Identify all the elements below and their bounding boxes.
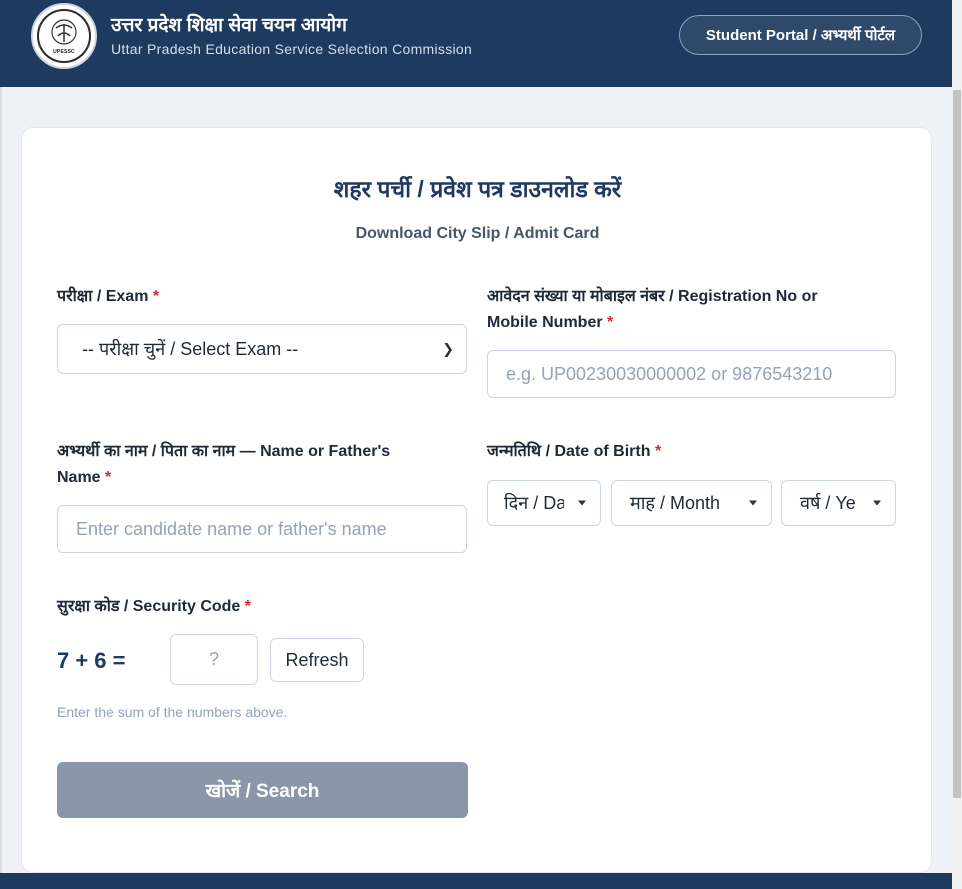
site-header: UPESSC उत्तर प्रदेश शिक्षा सेवा चयन आयोग…: [0, 0, 952, 87]
required-mark: *: [607, 314, 614, 331]
name-input[interactable]: Enter candidate name or father's name: [57, 505, 467, 553]
required-mark: *: [654, 443, 662, 460]
scrollbar-thumb[interactable]: [953, 90, 961, 798]
required-mark: *: [244, 598, 252, 615]
dob-label: जन्मतिथि / Date of Birth *: [487, 443, 662, 460]
site-footer: [0, 873, 952, 889]
required-mark: *: [105, 469, 112, 486]
dob-day-value: दिन / Da: [504, 493, 564, 513]
exam-label: परीक्षा / Exam *: [57, 288, 160, 305]
name-placeholder: Enter candidate name or father's name: [76, 518, 387, 539]
form-title: शहर पर्ची / प्रवेश पत्र डाउनलोड करें: [333, 176, 622, 202]
registration-label: आवेदन संख्या या मोबाइल नंबर / Registrati…: [487, 288, 818, 331]
logo-text: UPESSC: [53, 48, 75, 55]
page-left-edge: [0, 87, 2, 873]
chevron-down-icon: [749, 500, 757, 506]
dob-day-select[interactable]: दिन / Da: [487, 480, 601, 526]
exam-select[interactable]: -- परीक्षा चुनें / Select Exam -- ❯: [57, 324, 467, 374]
registration-placeholder: e.g. UP00230030000002 or 9876543210: [506, 363, 833, 384]
chevron-down-icon: [578, 500, 586, 506]
dob-year-select[interactable]: वर्ष / Ye: [781, 480, 896, 526]
registration-input[interactable]: e.g. UP00230030000002 or 9876543210: [487, 350, 896, 398]
dob-year-value: वर्ष / Ye: [800, 493, 856, 513]
exam-select-value: -- परीक्षा चुनें / Select Exam --: [82, 339, 299, 359]
search-button[interactable]: खोजें / Search: [57, 762, 468, 818]
dob-month-select[interactable]: माह / Month: [611, 480, 772, 526]
captcha-question: 7 + 6 =: [57, 648, 126, 673]
dob-month-value: माह / Month: [630, 493, 721, 513]
download-form-card: शहर पर्ची / प्रवेश पत्र डाउनलोड करें Dow…: [21, 127, 932, 873]
chevron-down-icon: ❯: [442, 340, 454, 357]
security-label: सुरक्षा कोड / Security Code *: [57, 598, 252, 615]
chevron-down-icon: [873, 500, 881, 506]
student-portal-button[interactable]: Student Portal / अभ्यर्थी पोर्टल: [679, 15, 922, 55]
captcha-answer-input[interactable]: ?: [170, 634, 258, 685]
captcha-hint: Enter the sum of the numbers above.: [57, 704, 288, 720]
name-label: अभ्यर्थी का नाम / पिता का नाम — Name or …: [57, 443, 391, 486]
form-subtitle: Download City Slip / Admit Card: [355, 225, 600, 242]
emblem-icon: [51, 18, 77, 45]
site-title-hindi: उत्तर प्रदेश शिक्षा सेवा चयन आयोग: [111, 15, 347, 36]
required-mark: *: [152, 288, 160, 305]
captcha-placeholder: ?: [208, 649, 219, 669]
site-title-english: Uttar Pradesh Education Service Selectio…: [111, 41, 473, 57]
refresh-captcha-button[interactable]: Refresh: [270, 638, 364, 682]
commission-logo: UPESSC: [31, 3, 97, 69]
